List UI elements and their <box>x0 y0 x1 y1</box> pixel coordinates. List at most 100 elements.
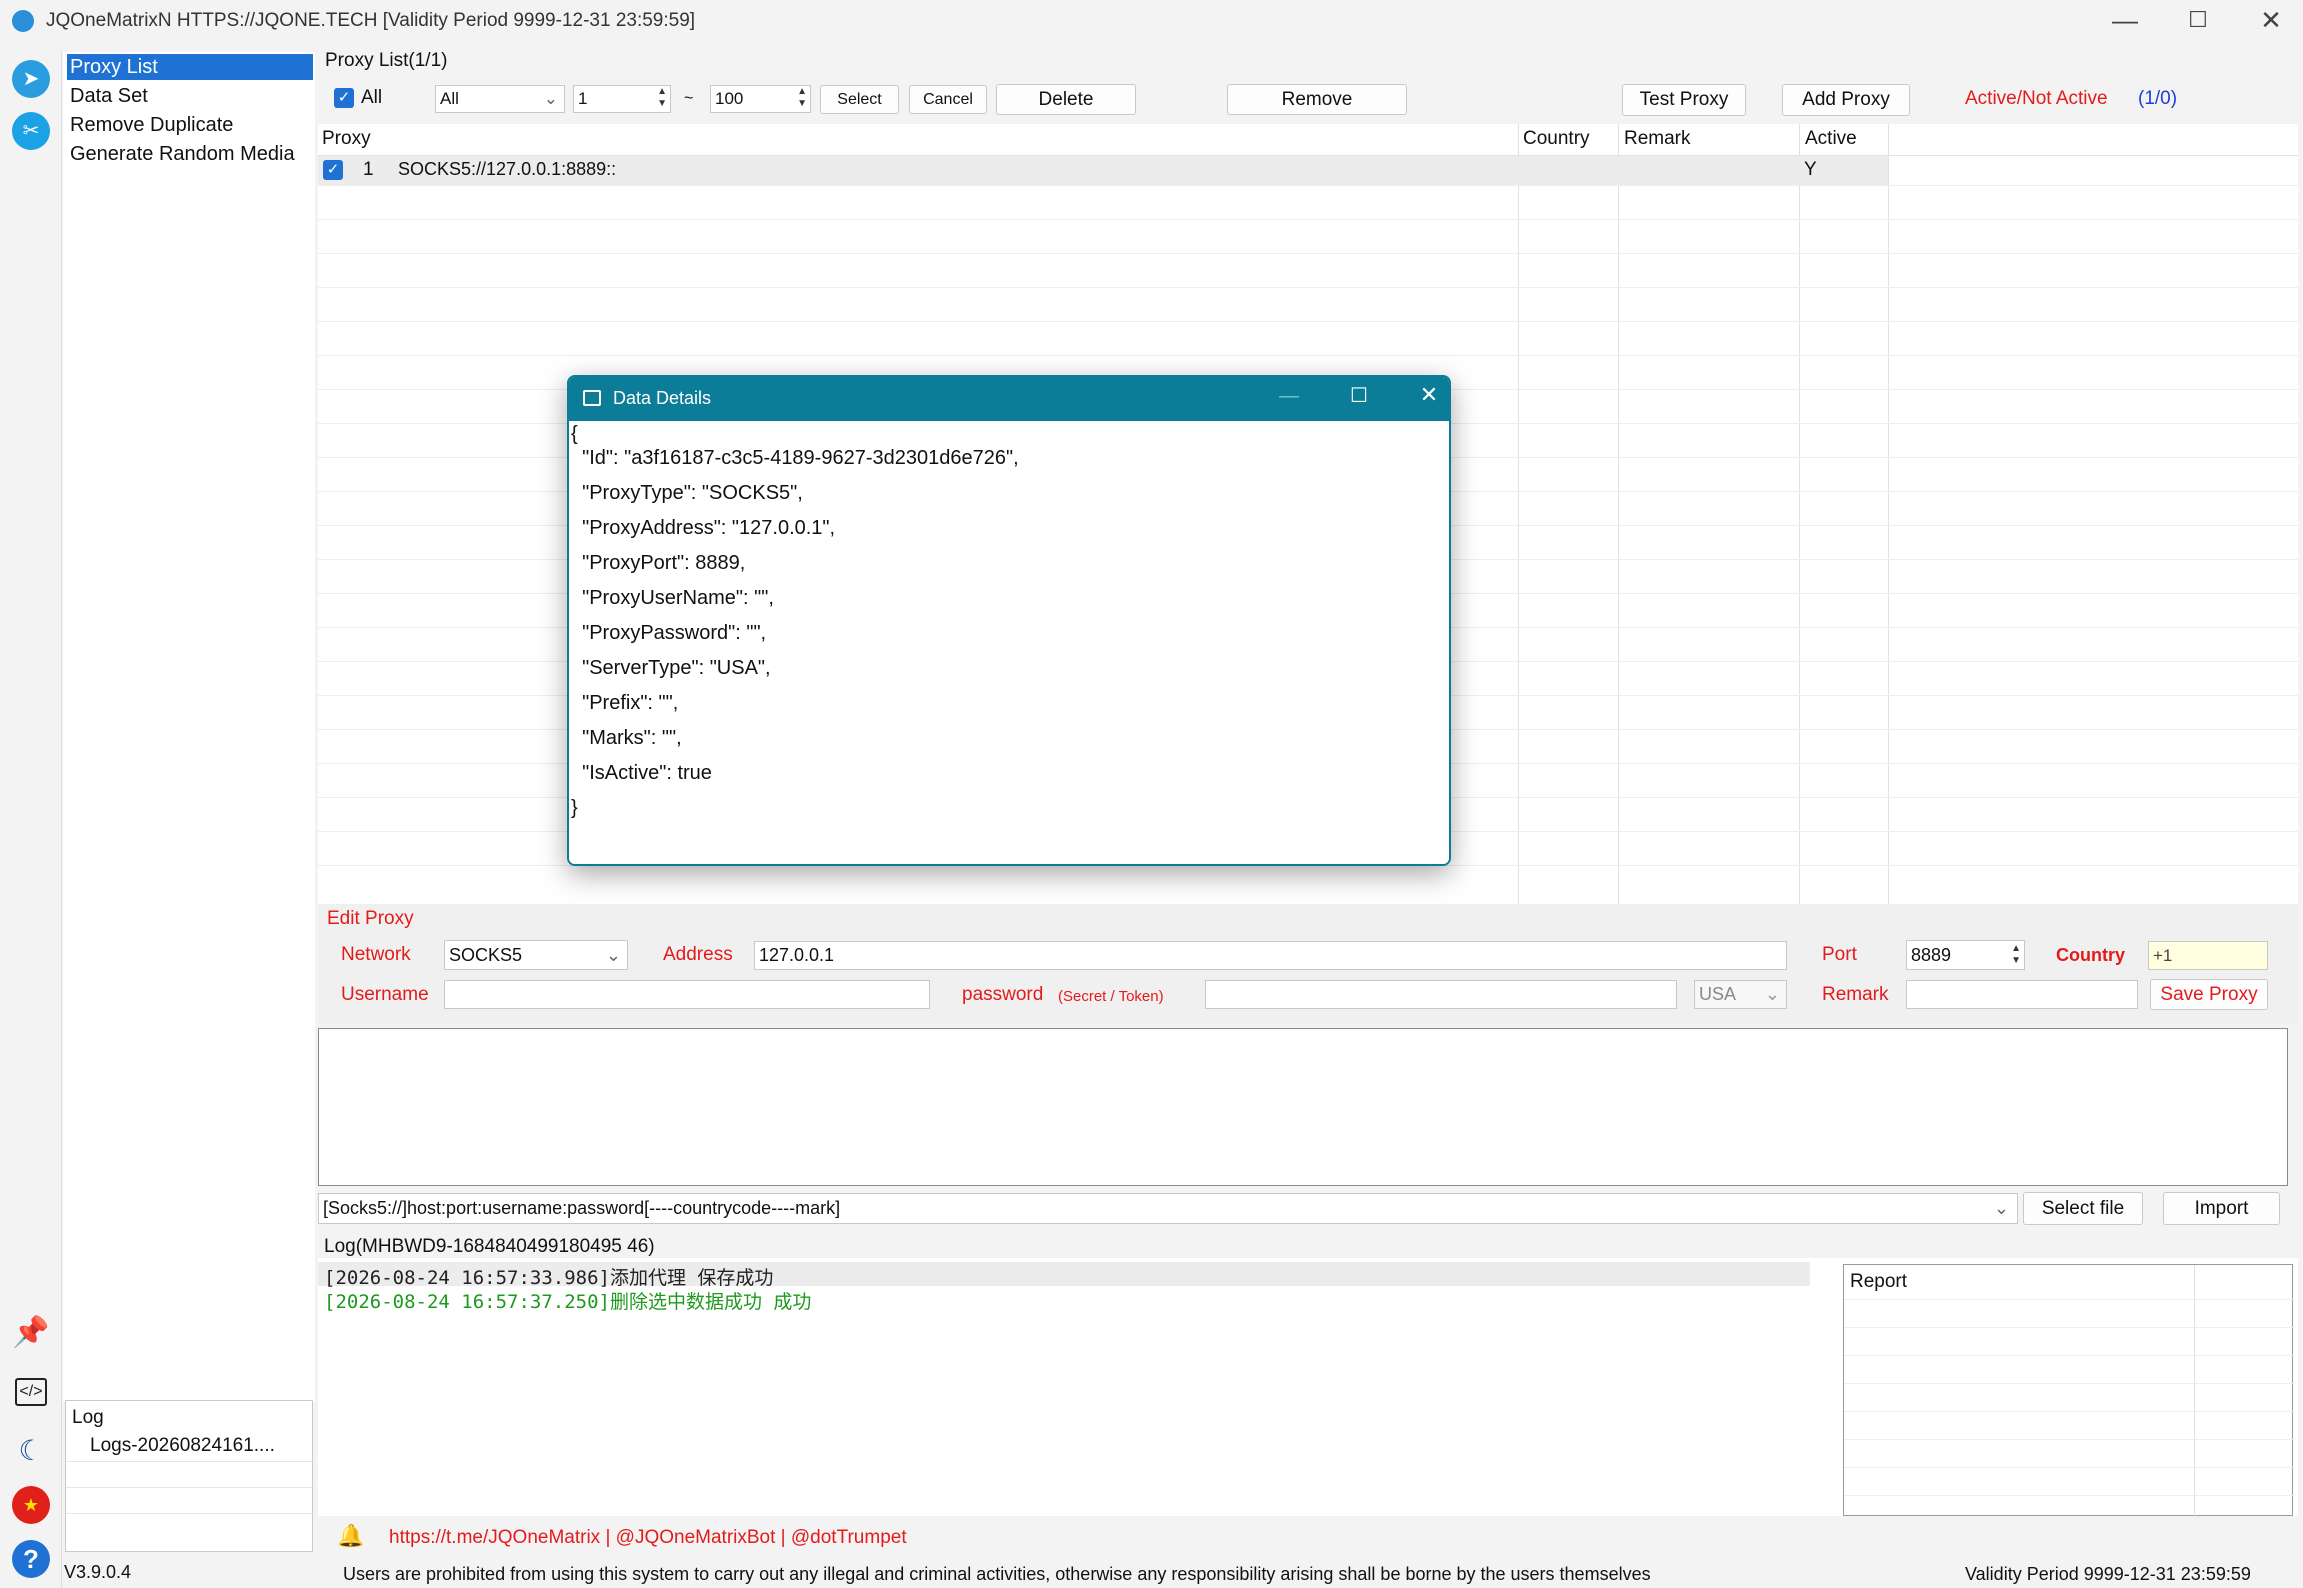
column-header-proxy[interactable]: Proxy <box>318 124 1518 154</box>
import-button[interactable]: Import <box>2163 1192 2280 1225</box>
range-to-value: 100 <box>715 89 744 108</box>
dialog-json-content[interactable]: { "Id": "a3f16187-c3c5-4189-9627-3d2301d… <box>569 421 1449 864</box>
filter-select[interactable]: All ⌄ <box>435 85 565 113</box>
json-line: "ProxyType": "SOCKS5", <box>571 482 803 504</box>
window-icon <box>583 390 601 406</box>
telegram-icon[interactable]: ➤ <box>12 60 50 98</box>
dialog-minimize-button[interactable]: — <box>1269 385 1309 413</box>
json-line: "ProxyPassword": "", <box>571 622 767 644</box>
network-select-value: SOCKS5 <box>449 945 523 965</box>
port-stepper[interactable]: 8889 ▲ ▼ <box>1906 940 2025 970</box>
port-stepper-value: 8889 <box>1911 945 1952 965</box>
column-header-remark[interactable]: Remark <box>1620 124 1800 154</box>
help-icon[interactable]: ? <box>12 1540 50 1578</box>
stepper-arrows-icon[interactable]: ▲ ▼ <box>2011 943 2021 967</box>
chevron-down-icon: ⌄ <box>543 89 558 108</box>
server-select[interactable]: USA ⌄ <box>1694 980 1787 1009</box>
delete-button[interactable]: Delete <box>996 84 1136 115</box>
range-from-stepper[interactable]: 1 ▲ ▼ <box>573 85 671 113</box>
address-input-value: 127.0.0.1 <box>759 945 835 965</box>
tools-icon[interactable]: ✂ <box>12 112 50 150</box>
address-label: Address <box>663 944 733 965</box>
username-label: Username <box>341 984 429 1005</box>
moon-icon[interactable]: ☾ <box>12 1432 50 1470</box>
report-title: Report <box>1850 1271 1908 1292</box>
filter-select-value: All <box>440 89 459 108</box>
range-to-stepper[interactable]: 100 ▲ ▼ <box>710 85 811 113</box>
test-proxy-button[interactable]: Test Proxy <box>1622 84 1746 116</box>
close-window-button[interactable]: ✕ <box>2236 0 2303 42</box>
column-header-active[interactable]: Active <box>1801 124 1889 154</box>
row-index: 1 <box>363 159 374 180</box>
cancel-button[interactable]: Cancel <box>909 85 987 114</box>
bell-icon[interactable]: 🔔 <box>337 1523 364 1549</box>
save-proxy-button[interactable]: Save Proxy <box>2150 979 2268 1010</box>
select-button[interactable]: Select <box>820 85 899 114</box>
stepper-arrows-icon[interactable]: ▲ ▼ <box>797 86 807 110</box>
stepper-arrows-icon[interactable]: ▲ ▼ <box>657 86 667 110</box>
app-logo-icon <box>12 10 34 32</box>
row-checkbox[interactable]: ✓ <box>323 160 343 180</box>
dialog-close-button[interactable]: ✕ <box>1409 382 1449 412</box>
remark-input[interactable] <box>1906 980 2138 1009</box>
import-format-select[interactable]: [Socks5://]host:port:username:password[-… <box>318 1193 2018 1224</box>
select-all-checkbox[interactable]: ✓ <box>334 88 354 108</box>
country-input[interactable]: +1 <box>2148 941 2268 970</box>
nav-item-data-set[interactable]: Data Set <box>67 83 313 109</box>
nav-log-panel: Log Logs-20260824161.... <box>65 1400 314 1552</box>
china-flag-icon[interactable]: ★ <box>12 1486 50 1524</box>
nav-log-title: Log <box>72 1407 104 1428</box>
row-proxy: SOCKS5://127.0.0.1:8889:: <box>398 159 617 179</box>
dialog-maximize-button[interactable]: ☐ <box>1339 383 1379 413</box>
app-window: JQOneMatrixN HTTPS://JQONE.TECH [Validit… <box>0 0 2303 1588</box>
table-row[interactable]: ✓ 1 SOCKS5://127.0.0.1:8889:: Y <box>318 156 1888 185</box>
network-select[interactable]: SOCKS5 ⌄ <box>444 940 628 970</box>
range-from-value: 1 <box>578 89 588 108</box>
password-label: password <box>962 984 1044 1005</box>
maximize-button[interactable]: ☐ <box>2163 0 2233 42</box>
json-line: { <box>571 423 578 445</box>
chevron-down-icon: ⌄ <box>1993 1198 2009 1218</box>
nav-item-generate-random-media[interactable]: Generate Random Media <box>67 141 313 167</box>
proxy-list-header: Proxy List(1/1) <box>325 50 448 71</box>
nav-item-remove-duplicate[interactable]: Remove Duplicate <box>67 112 313 138</box>
password-input[interactable] <box>1205 980 1677 1009</box>
json-line: "Id": "a3f16187-c3c5-4189-9627-3d2301d6e… <box>571 447 1019 469</box>
remark-label: Remark <box>1822 984 1889 1005</box>
data-details-dialog: Data Details — ☐ ✕ { "Id": "a3f16187-c3c… <box>567 375 1451 866</box>
add-proxy-button[interactable]: Add Proxy <box>1782 84 1910 116</box>
json-line: "ProxyAddress": "127.0.0.1", <box>571 517 836 539</box>
address-input[interactable]: 127.0.0.1 <box>754 941 1787 970</box>
chevron-down-icon: ⌄ <box>1764 984 1780 1004</box>
edit-proxy-title: Edit Proxy <box>327 908 414 929</box>
nav-log-file[interactable]: Logs-20260824161.... <box>90 1435 275 1457</box>
port-label: Port <box>1822 944 1857 965</box>
log-line: [2026-08-24 16:57:33.986]添加代理 保存成功 <box>324 1267 774 1289</box>
code-icon[interactable]: </> <box>15 1378 47 1406</box>
import-textarea[interactable] <box>318 1028 2288 1186</box>
password-hint: (Secret / Token) <box>1058 988 1164 1005</box>
title-bar: JQOneMatrixN HTTPS://JQONE.TECH [Validit… <box>0 0 2303 42</box>
json-line: "ProxyPort": 8889, <box>571 552 746 574</box>
log-title: Log(MHBWD9-1684840499180495 46) <box>324 1236 655 1257</box>
report-panel: Report <box>1843 1264 2294 1517</box>
pin-icon[interactable]: 📌 <box>12 1314 50 1352</box>
row-active: Y <box>1804 159 1817 180</box>
remove-button[interactable]: Remove <box>1227 84 1407 115</box>
country-input-value: +1 <box>2153 946 2173 965</box>
json-line: "IsActive": true <box>571 762 712 784</box>
nav-list: Proxy List Data Set Remove Duplicate Gen… <box>63 52 315 1402</box>
network-label: Network <box>341 944 411 965</box>
minimize-button[interactable]: — <box>2090 0 2160 42</box>
footer-links[interactable]: https://t.me/JQOneMatrix | @JQOneMatrixB… <box>389 1527 907 1549</box>
dialog-title-bar: Data Details — ☐ ✕ <box>569 377 1449 421</box>
active-count: (1/0) <box>2138 88 2178 109</box>
edit-proxy-panel: Edit Proxy Network SOCKS5 ⌄ Address 127.… <box>318 904 2298 1024</box>
select-file-button[interactable]: Select file <box>2023 1192 2143 1225</box>
dialog-title: Data Details <box>613 388 712 408</box>
column-header-country[interactable]: Country <box>1519 124 1619 154</box>
username-input[interactable] <box>444 980 930 1009</box>
nav-item-proxy-list[interactable]: Proxy List <box>67 54 313 80</box>
active-status-label: Active/Not Active <box>1965 88 2108 109</box>
json-line: "Marks": "", <box>571 727 682 749</box>
